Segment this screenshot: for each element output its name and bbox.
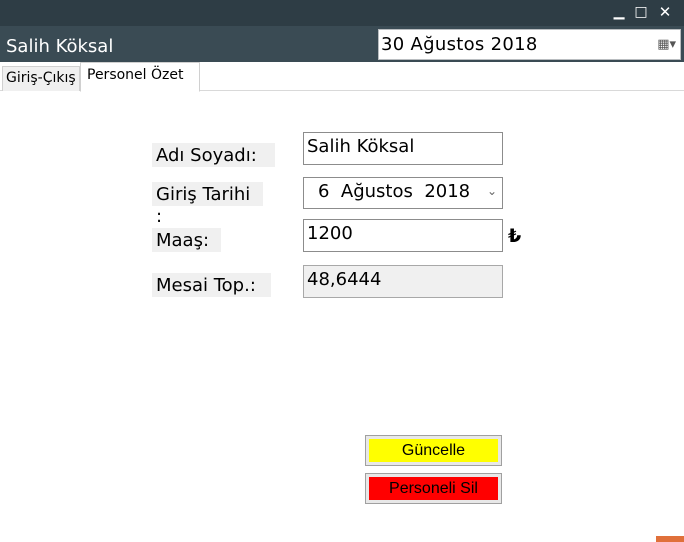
delete-staff-button[interactable]: Personeli Sil — [365, 473, 502, 504]
overtime-label: Mesai Top.: — [152, 273, 271, 297]
window-title: Salih Köksal — [6, 36, 114, 57]
header-date-picker[interactable]: 30 Ağustos 2018 ▦▾ — [378, 29, 681, 60]
tab-personel-ozet[interactable]: Personel Özet — [80, 62, 200, 92]
overtime-field: 48,6444 — [303, 265, 503, 298]
header-date-value: 30 Ağustos 2018 — [381, 34, 538, 55]
name-field[interactable]: Salih Köksal — [303, 132, 503, 165]
update-button[interactable]: Güncelle — [365, 435, 502, 466]
salary-field[interactable]: 1200 — [303, 219, 503, 252]
start-date-label: Giriş Tarihi : — [152, 182, 263, 227]
start-date-value: 6 Ağustos 2018 — [318, 181, 471, 202]
tab-bar: Giriş-Çıkış Personel Özet — [0, 62, 684, 92]
chevron-down-icon[interactable]: ⌄ — [487, 184, 497, 198]
maximize-button[interactable]: □ — [630, 2, 652, 22]
name-label: Adı Soyadı: — [152, 143, 275, 167]
salary-label: Maaş: — [152, 228, 221, 252]
corner-accent — [656, 536, 684, 542]
start-date-picker[interactable]: 6 Ağustos 2018 ⌄ — [303, 177, 503, 209]
calendar-icon[interactable]: ▦▾ — [657, 37, 676, 52]
close-button[interactable]: ✕ — [654, 2, 676, 22]
minimize-button[interactable]: ▁ — [608, 2, 630, 22]
lira-icon: ₺ — [508, 225, 522, 247]
tab-giris-cikis[interactable]: Giriş-Çıkış — [2, 66, 80, 91]
title-bar: ▁ □ ✕ Salih Köksal 30 Ağustos 2018 ▦▾ — [0, 0, 684, 62]
